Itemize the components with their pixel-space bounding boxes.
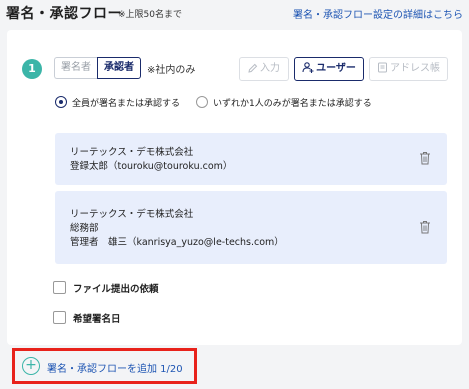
assignee-card: リーテックス・デモ株式会社 登録太郎（touroku@touroku.com）	[55, 133, 447, 185]
role-tab-signer[interactable]: 署名者	[54, 57, 97, 79]
address-book-button-label: アドレス帳	[390, 63, 440, 74]
add-flow-button[interactable]: + 署名・承認フローを追加 1/20	[12, 348, 197, 384]
checkbox[interactable]	[53, 311, 66, 324]
input-button-label: 入力	[260, 63, 280, 74]
radio-label: 全員が署名または承認する	[72, 99, 181, 109]
assignee-name-email: 管理者 雄三（kanrisya_yuzo@le-techs.com）	[70, 237, 284, 248]
assignee-company: リーテックス・デモ株式会社	[70, 147, 194, 158]
checkbox[interactable]	[53, 281, 66, 294]
page-title: 署名・承認フロー	[6, 6, 122, 22]
radio-label: いずれか1人のみが署名または承認する	[213, 99, 372, 109]
limit-note: ※上限50名まで	[118, 10, 182, 20]
assignee-name-email: 登録太郎（touroku@touroku.com）	[70, 161, 233, 172]
radio-button[interactable]	[196, 96, 208, 108]
address-book-button[interactable]: アドレス帳	[369, 57, 448, 81]
help-link[interactable]: 署名・承認フロー設定の詳細はこちら	[293, 6, 463, 21]
user-button[interactable]: ユーザー	[294, 57, 364, 81]
trash-icon[interactable]	[419, 151, 431, 165]
radio-any-one-sign[interactable]: いずれか1人のみが署名または承認する	[196, 95, 396, 109]
user-button-label: ユーザー	[316, 63, 356, 74]
assignee-company: リーテックス・デモ株式会社	[70, 209, 194, 220]
plus-circle-icon: +	[22, 357, 40, 375]
add-user-icon	[302, 62, 314, 73]
address-book-icon	[378, 62, 387, 73]
radio-button-selected[interactable]	[55, 96, 67, 108]
role-tab-approver[interactable]: 承認者	[97, 57, 141, 79]
checkbox-label: 希望署名日	[73, 314, 121, 325]
assignee-card: リーテックス・デモ株式会社 総務部 管理者 雄三（kanrisya_yuzo@l…	[55, 191, 447, 264]
step-number-badge: 1	[22, 59, 42, 79]
trash-icon[interactable]	[419, 220, 431, 234]
input-button[interactable]: 入力	[239, 57, 289, 81]
file-request-option[interactable]: ファイル提出の依頼	[53, 281, 213, 295]
pencil-icon	[248, 63, 258, 73]
assignee-department: 総務部	[70, 223, 99, 234]
add-flow-label: 署名・承認フローを追加 1/20	[47, 364, 183, 375]
checkbox-label: ファイル提出の依頼	[73, 284, 159, 295]
radio-all-sign[interactable]: 全員が署名または承認する	[55, 95, 195, 109]
section-header: 署名・承認フロー ※上限50名まで 署名・承認フロー設定の詳細はこちら	[0, 0, 469, 28]
role-note: ※社内のみ	[147, 65, 196, 76]
desired-sign-date-option[interactable]: 希望署名日	[53, 311, 213, 325]
